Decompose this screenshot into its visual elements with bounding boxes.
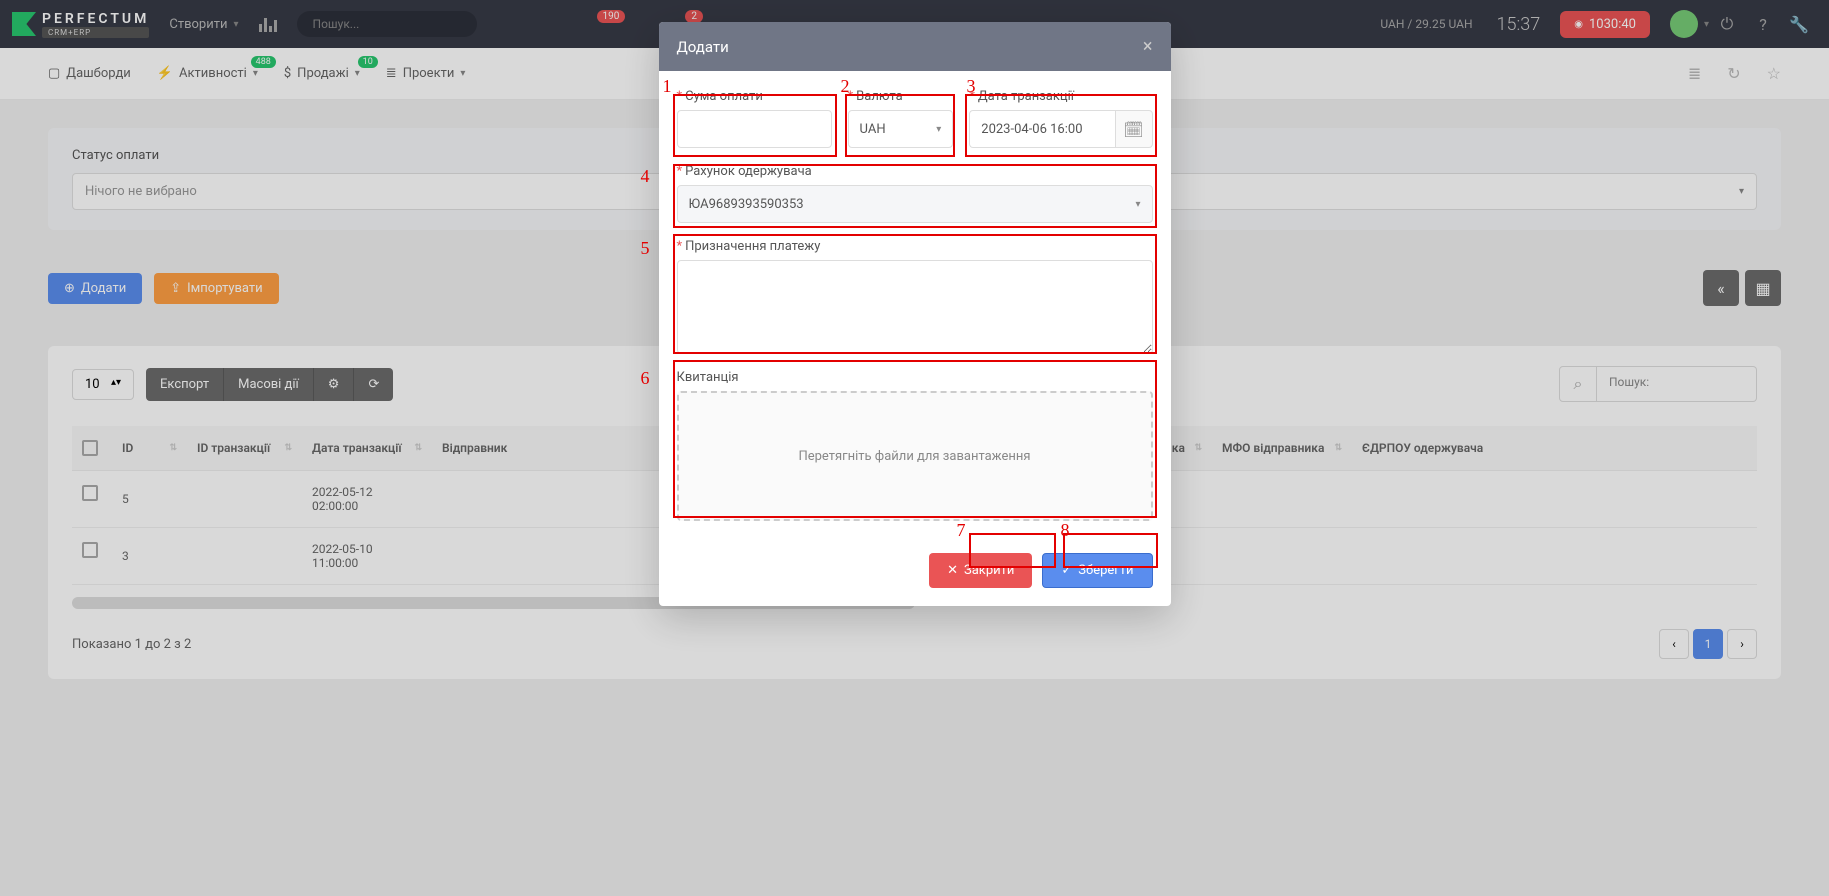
dropzone-text: Перетягніть файли для завантаження: [798, 449, 1030, 464]
modal-header: Додати ×: [659, 22, 1171, 71]
account-value: ЮА9689393590353: [689, 197, 804, 212]
annotation-6: 6: [641, 368, 650, 389]
modal-title: Додати: [677, 38, 729, 56]
calendar-icon: 🗓: [1123, 120, 1143, 139]
modal-close-icon[interactable]: ×: [1143, 36, 1153, 57]
account-select[interactable]: ЮА9689393590353 ▾: [677, 185, 1153, 223]
annotation-5: 5: [641, 238, 650, 259]
purpose-textarea[interactable]: [677, 260, 1153, 354]
currency-select[interactable]: UAH ▾: [848, 110, 954, 148]
save-button[interactable]: ✓ Зберегти: [1042, 553, 1152, 588]
x-icon: ✕: [947, 563, 958, 578]
chevron-down-icon: ▾: [936, 124, 941, 135]
date-input[interactable]: 2023-04-06 16:00: [969, 110, 1114, 148]
currency-value: UAH: [860, 122, 886, 137]
annotation-4: 4: [641, 166, 650, 187]
close-label: Закрити: [964, 563, 1014, 578]
amount-input[interactable]: [677, 110, 832, 148]
chevron-down-icon: ▾: [1135, 199, 1140, 210]
close-button[interactable]: ✕ Закрити: [929, 553, 1032, 588]
currency-label: *Валюта: [848, 89, 954, 104]
file-dropzone[interactable]: Перетягніть файли для завантаження: [677, 391, 1153, 521]
add-modal: Додати × *Сума оплати *Валюта UAH ▾ *Дата…: [659, 22, 1171, 606]
account-label: *Рахунок одержувача: [677, 164, 1153, 179]
date-value: 2023-04-06 16:00: [981, 122, 1082, 137]
check-icon: ✓: [1061, 563, 1072, 578]
modal-overlay: Додати × *Сума оплати *Валюта UAH ▾ *Дата…: [0, 0, 1829, 896]
amount-label: *Сума оплати: [677, 89, 832, 104]
purpose-label: *Призначення платежу: [677, 239, 1153, 254]
save-label: Зберегти: [1078, 563, 1133, 578]
date-label: *Дата транзакції: [969, 89, 1152, 104]
date-picker-button[interactable]: 🗓: [1115, 110, 1153, 148]
receipt-label: Квитанція: [677, 370, 1153, 385]
